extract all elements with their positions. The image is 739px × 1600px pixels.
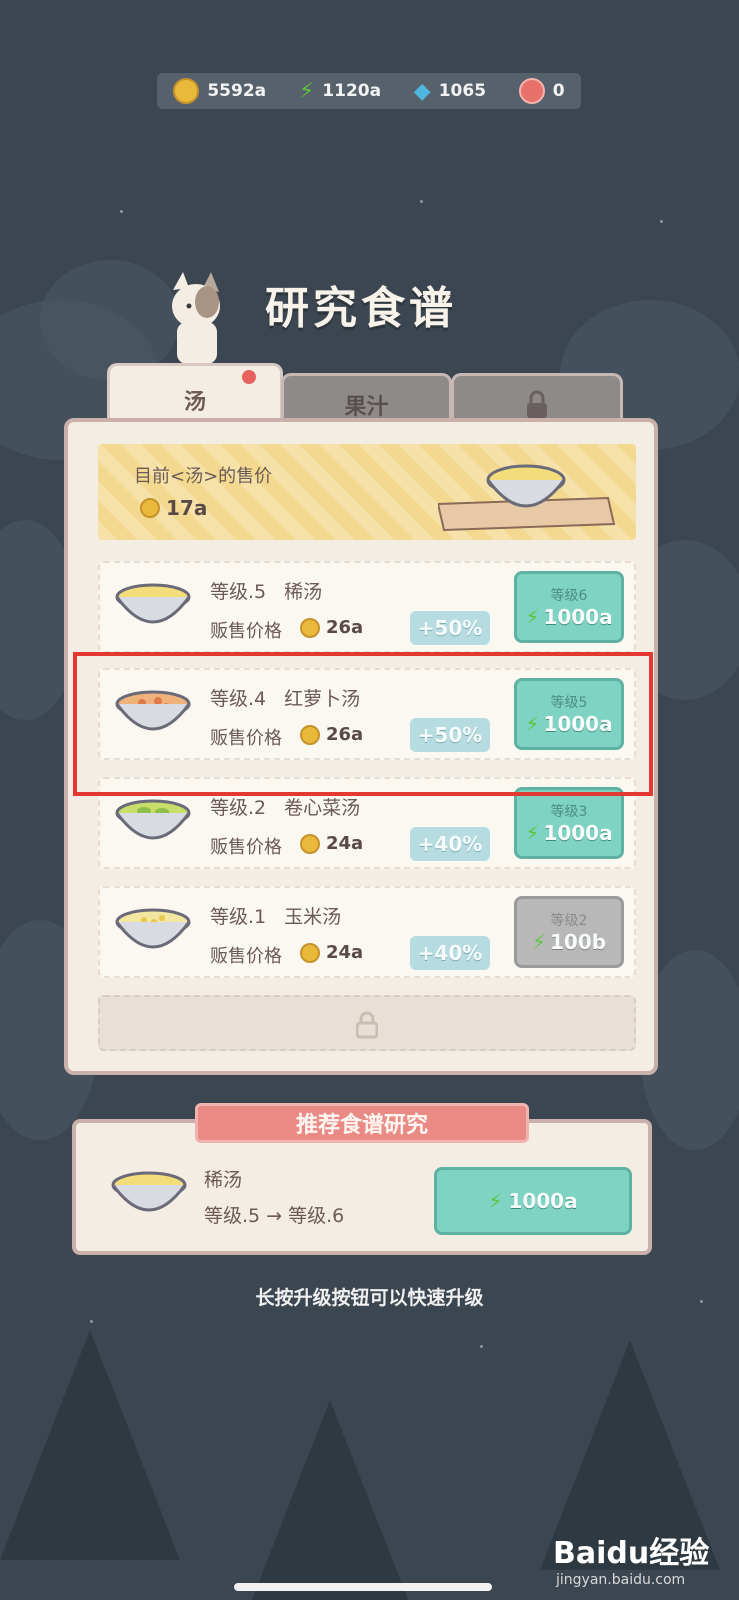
sell-price-label: 贩售价格 [210,946,282,967]
current-price-banner: 目前<汤>的售价 17a [98,444,636,540]
upgrade-cost-value: 100b [549,930,607,954]
recipe-name: 稀汤 [284,581,323,603]
sell-price-value: 24a [326,942,364,963]
bonus-badge: +40% [410,827,490,861]
home-indicator[interactable] [234,1583,492,1591]
recipe-title: 等级.2 卷心菜汤 [210,793,360,820]
coin-icon [140,498,160,518]
sell-price: 26a [300,617,363,638]
energy-icon: ⚡ [298,78,315,104]
recommend-recipe-name: 稀汤 [204,1169,243,1191]
energy-icon: ⚡ [525,821,540,845]
watermark-url: jingyan.baidu.com [556,1572,686,1588]
recipe-row: 等级.5 稀汤 贩售价格 26a +50% 等级6 ⚡ 1000a [98,561,636,653]
upgrade-next-level: 等级3 [550,804,588,820]
recipe-name: 卷心菜汤 [284,797,361,819]
recommend-title: 推荐食谱研究 [195,1103,529,1143]
currency-tickets[interactable]: 0 [518,78,565,104]
current-price-value: 17a [140,496,207,520]
recommend-cost: 1000a [508,1189,578,1213]
upgrade-cost-value: 1000a [543,605,613,629]
recipe-title: 等级.5 稀汤 [210,577,322,604]
coin-icon [300,833,320,854]
energy-icon: ⚡ [531,930,546,954]
recipe-level: 等级.5 [210,581,267,603]
recipe-row: 等级.1 玉米汤 贩售价格 24a +40% 等级2 ⚡ 100b [98,886,636,978]
sell-price: 24a [300,942,363,963]
currency-value: 1065 [438,81,487,101]
currency-gems[interactable]: ◆ 1065 [414,79,486,104]
notification-badge [240,368,258,386]
gem-icon: ◆ [413,78,431,104]
sell-price-value: 26a [326,617,364,638]
cat-mascot-icon [172,272,220,364]
currency-value: 0 [552,81,565,101]
corn-soup-bowl-icon [115,908,191,949]
upgrade-cost: ⚡ 1000a [525,605,612,629]
sell-price-value: 24a [326,833,364,854]
soup-bowl-icon [111,1171,187,1212]
current-price-label: 目前<汤>的售价 [134,466,273,487]
currency-coins[interactable]: 5592a [173,78,266,104]
bonus-badge: +50% [410,611,490,645]
soup-bowl-on-board-icon [438,464,616,532]
hint-text: 长按升级按钮可以快速升级 [255,1287,484,1309]
recipe-level: 等级.1 [210,906,267,928]
currency-value: 5592a [207,81,267,101]
coin-icon [300,617,320,638]
recommend-levels: 等级.5 → 等级.6 [204,1205,345,1227]
energy-icon: ⚡ [488,1189,503,1213]
currency-value: 1120a [322,81,382,101]
tab-label: 汤 [183,390,206,415]
upgrade-button-disabled[interactable]: 等级2 ⚡ 100b [514,896,624,968]
upgrade-button[interactable]: 等级3 ⚡ 1000a [514,787,624,859]
lock-icon [356,1011,378,1039]
recipe-level: 等级.2 [210,797,267,819]
sell-price: 24a [300,833,363,854]
sell-price-label: 贩售价格 [210,837,282,858]
locked-recipe-slot [98,995,636,1051]
price-value-text: 17a [166,496,208,520]
recommend-upgrade-button[interactable]: ⚡ 1000a [434,1167,632,1235]
ticket-icon [518,78,545,104]
recipe-title: 等级.1 玉米汤 [210,902,341,929]
cabbage-soup-bowl-icon [115,799,191,840]
upgrade-cost: ⚡ 100b [532,930,606,954]
highlight-box [73,652,653,796]
currency-energy[interactable]: ⚡ 1120a [299,79,381,104]
sell-price-label: 贩售价格 [210,621,282,642]
currency-bar: 5592a ⚡ 1120a ◆ 1065 0 [157,73,581,109]
watermark-logo: Baidu经验 [553,1536,710,1571]
soup-bowl-icon [115,583,191,624]
coin-icon [300,942,320,963]
upgrade-button[interactable]: 等级6 ⚡ 1000a [514,571,624,643]
recipe-name: 玉米汤 [284,906,342,928]
upgrade-next-level: 等级2 [550,913,588,929]
lock-icon [527,390,547,418]
energy-icon: ⚡ [525,605,540,629]
upgrade-cost: ⚡ 1000a [525,821,612,845]
page-title: 研究食谱 [265,283,457,334]
upgrade-next-level: 等级6 [550,588,588,604]
tab-label: 果汁 [344,395,389,420]
bonus-badge: +40% [410,936,490,970]
upgrade-cost-value: 1000a [543,821,613,845]
coin-icon [173,78,200,104]
